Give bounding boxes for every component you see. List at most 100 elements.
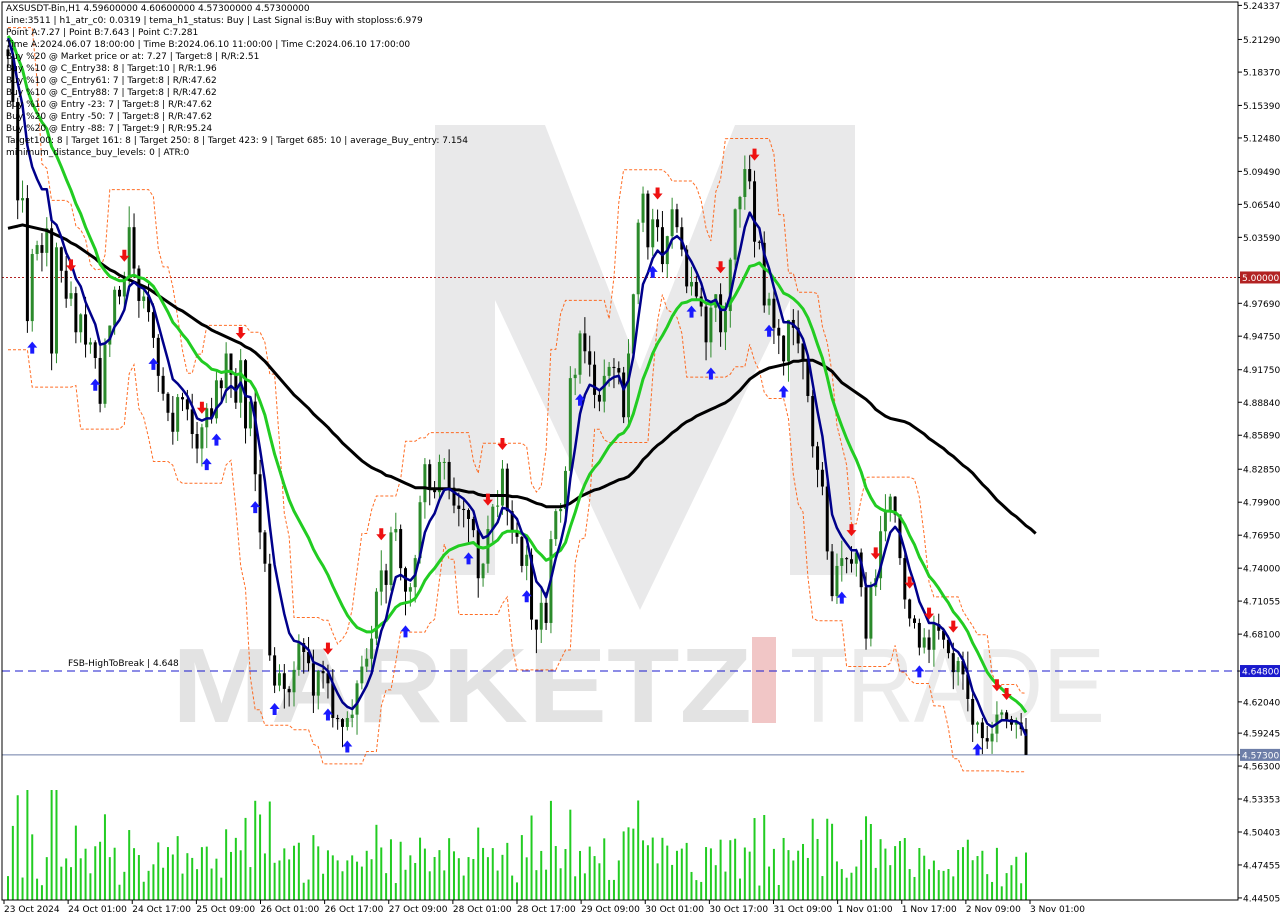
- volume-bar: [714, 865, 717, 900]
- volume-bar: [137, 855, 140, 900]
- candle-body: [617, 368, 621, 373]
- candle-body: [408, 587, 412, 592]
- candle-body: [583, 333, 587, 352]
- y-tick-label: 4.53353: [1243, 796, 1280, 806]
- candle-body: [132, 227, 136, 269]
- volume-bar: [772, 848, 775, 900]
- candle-body: [151, 312, 155, 338]
- volume-bar: [60, 866, 63, 900]
- volume-bar: [603, 838, 606, 900]
- volume-bar: [729, 840, 732, 900]
- volume-bar: [806, 857, 809, 900]
- volume-bar: [113, 847, 116, 900]
- candle-body: [374, 591, 378, 639]
- candle-body: [646, 193, 650, 248]
- volume-bar: [583, 873, 586, 900]
- candle-body: [88, 342, 92, 345]
- candle-body: [500, 468, 504, 506]
- candle-body: [263, 532, 267, 564]
- candle-body: [709, 307, 713, 343]
- candle-body: [6, 49, 10, 57]
- x-tick-label: 26 Oct 01:00: [261, 905, 320, 915]
- candle-body: [816, 446, 820, 470]
- y-tick-label: 4.76950: [1243, 532, 1280, 542]
- candle-body: [59, 247, 63, 271]
- volume-bar: [1020, 883, 1023, 900]
- x-tick-label: 2 Nov 09:00: [966, 905, 1021, 915]
- candle-body: [277, 673, 281, 686]
- volume-bar: [971, 860, 974, 900]
- candle-body: [219, 380, 223, 389]
- volume-bar: [986, 874, 989, 900]
- volume-bar: [205, 846, 208, 900]
- candle-body: [471, 518, 475, 531]
- y-tick-label: 4.68100: [1243, 631, 1280, 641]
- price-chart[interactable]: MARKETZ TRADE 5.24337 5.21290 5.18370 5.153…: [0, 0, 1280, 920]
- volume-bar: [758, 885, 761, 900]
- chart-window[interactable]: MARKETZ TRADE 5.24337 5.21290 5.18370 5.153…: [0, 0, 1280, 920]
- y-tick-label: 5.15390: [1243, 102, 1280, 112]
- volume-bar: [65, 858, 68, 900]
- candle-body: [428, 464, 432, 489]
- volume-bar: [661, 837, 664, 900]
- candle-body: [675, 209, 679, 228]
- y-tick-label: 4.82850: [1243, 466, 1280, 476]
- candle-body: [127, 227, 131, 278]
- candle-body: [573, 374, 577, 379]
- volume-bar: [719, 839, 722, 900]
- volume-bar: [903, 838, 906, 900]
- volume-bar: [768, 866, 771, 900]
- candle-body: [539, 602, 543, 630]
- candle-body: [74, 293, 78, 333]
- candle-body: [142, 296, 146, 301]
- candle-body: [93, 342, 97, 358]
- volume-bar: [467, 857, 470, 900]
- candle-body: [316, 671, 320, 696]
- volume-bar: [957, 850, 960, 900]
- candle-body: [864, 587, 868, 639]
- volume-bar: [738, 878, 741, 900]
- volume-bar: [966, 839, 969, 900]
- candle-body: [554, 511, 558, 540]
- candle-body: [835, 565, 839, 597]
- volume-bar: [16, 795, 19, 900]
- candle-body: [21, 198, 25, 201]
- candle-body: [951, 653, 955, 673]
- volume-bar: [666, 845, 669, 900]
- volume-bar: [569, 809, 572, 900]
- volume-bar: [627, 827, 630, 900]
- volume-bar: [952, 876, 955, 900]
- candle-body: [394, 529, 398, 533]
- volume-bar: [157, 842, 160, 900]
- candle-body: [719, 294, 723, 333]
- volume-bar: [942, 870, 945, 900]
- candle-body: [84, 314, 88, 345]
- y-tick-label: 5.06540: [1243, 201, 1280, 211]
- volume-bar: [763, 815, 766, 900]
- x-tick-label: 28 Oct 01:00: [453, 905, 512, 915]
- y-tick-label: 4.74000: [1243, 565, 1280, 575]
- volume-bar: [244, 817, 247, 900]
- volume-bar: [608, 879, 611, 900]
- volume-bar: [26, 790, 29, 900]
- volume-bar: [331, 855, 334, 900]
- volume-bar: [743, 847, 746, 900]
- y-tick-label: 4.85890: [1243, 432, 1280, 442]
- volume-bar: [874, 867, 877, 900]
- volume-bar: [516, 882, 518, 900]
- volume-bar: [865, 816, 868, 900]
- candle-body: [113, 289, 117, 326]
- volume-bar: [118, 884, 121, 900]
- buy-arrow-icon: [972, 743, 983, 756]
- volume-bar: [356, 861, 359, 900]
- y-tick-label: 5.03590: [1243, 234, 1280, 244]
- candle-body: [883, 510, 887, 532]
- volume-bar: [99, 841, 102, 900]
- candle-body: [505, 468, 509, 512]
- volume-bar: [981, 850, 984, 900]
- candle-body: [370, 638, 374, 659]
- volume-bar: [186, 853, 189, 900]
- x-tick-label: 24 Oct 01:00: [68, 905, 127, 915]
- volume-bar: [894, 846, 897, 900]
- volume-bar: [869, 824, 872, 900]
